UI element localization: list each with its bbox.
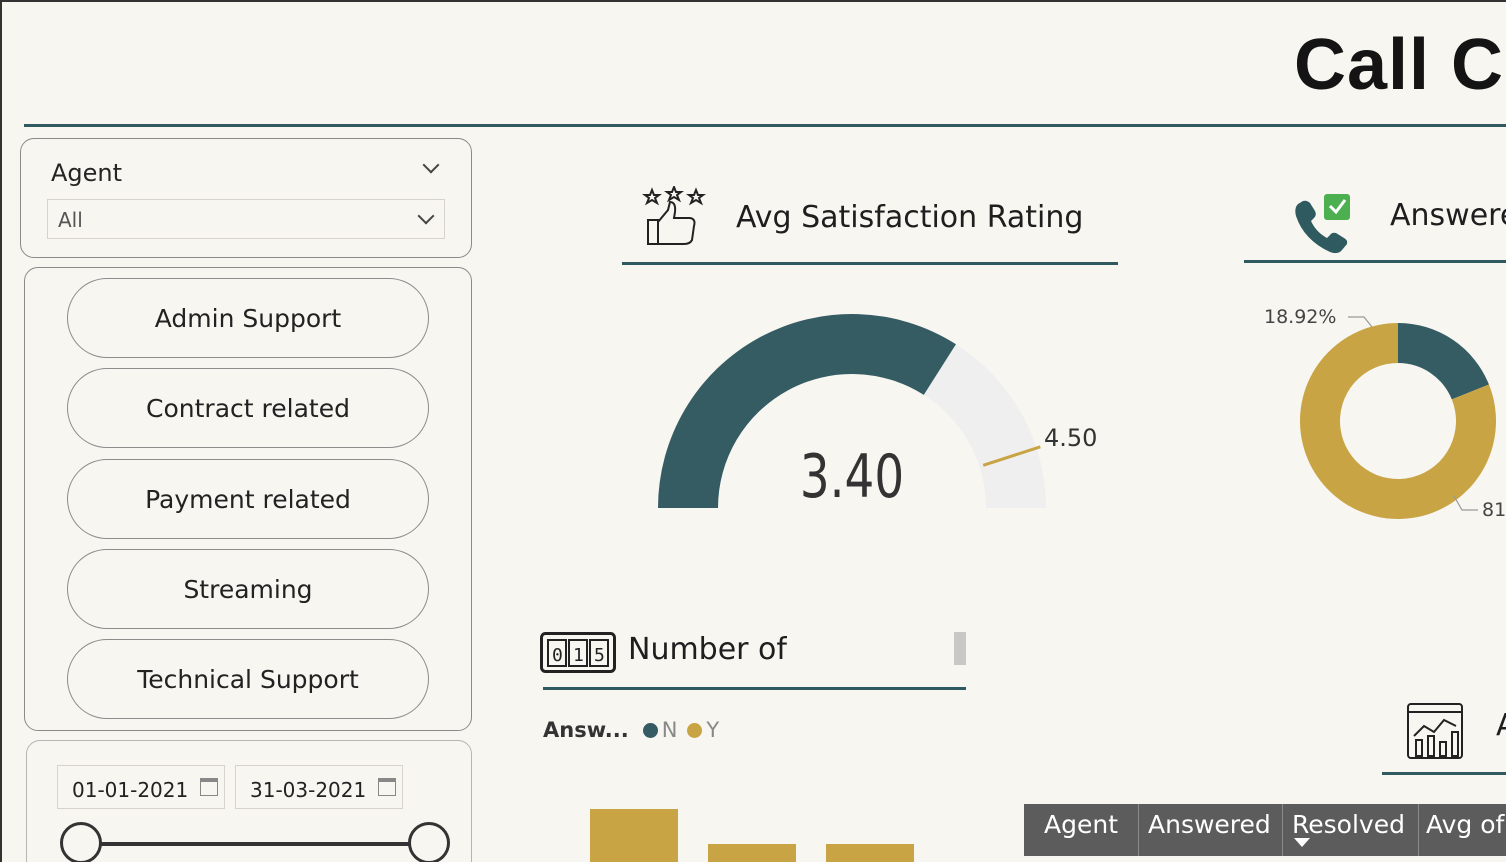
calendar-icon[interactable] xyxy=(378,778,396,796)
date-range-slicer: 01-01-2021 31-03-2021 xyxy=(26,740,472,862)
page-title: Call C xyxy=(1294,25,1505,105)
topic-button-admin-support[interactable]: Admin Support xyxy=(67,278,429,358)
topic-button-payment-related[interactable]: Payment related xyxy=(67,459,429,539)
svg-text:1: 1 xyxy=(573,645,584,666)
end-date-value: 31-03-2021 xyxy=(250,778,367,802)
topic-button-technical-support[interactable]: Technical Support xyxy=(67,639,429,719)
date-slider-track[interactable] xyxy=(81,842,427,846)
kpi-answered-rule xyxy=(1244,260,1506,263)
calendar-icon[interactable] xyxy=(200,778,218,796)
topic-button-streaming[interactable]: Streaming xyxy=(67,549,429,629)
topic-buttons-panel: Admin Support Contract related Payment r… xyxy=(24,267,472,731)
gauge-target-label: 4.50 xyxy=(1044,424,1098,452)
agent-slicer: Agent All xyxy=(20,138,472,258)
column-separator xyxy=(1418,804,1419,856)
kpi-satisfaction-rule xyxy=(622,262,1118,265)
legend-title: Answ... xyxy=(543,718,629,742)
kpi-satisfaction-label: Avg Satisfaction Rating xyxy=(736,200,1084,235)
date-slider-end-handle[interactable] xyxy=(408,822,450,862)
donut-slice-label: 81 xyxy=(1482,499,1506,521)
chevron-down-icon xyxy=(417,207,435,225)
kpi-answered-label: Answere xyxy=(1390,198,1506,233)
title-scrollbar[interactable] xyxy=(954,632,966,665)
start-date-value: 01-01-2021 xyxy=(72,778,189,802)
bar-y[interactable] xyxy=(708,844,796,862)
column-header-agent[interactable]: Agent xyxy=(1044,804,1144,856)
svg-text:0: 0 xyxy=(552,645,563,666)
slicer-title: Agent xyxy=(51,159,123,187)
rating-thumbs-up-icon xyxy=(642,186,706,245)
header-divider xyxy=(24,124,1506,127)
kpi-partial-rule xyxy=(1382,772,1506,775)
svg-text:5: 5 xyxy=(594,645,605,666)
end-date-field[interactable]: 31-03-2021 xyxy=(235,765,403,809)
donut-slice-label: 18.92% xyxy=(1264,306,1337,328)
legend-dot-n xyxy=(642,722,658,738)
kpi-partial-label: A xyxy=(1496,708,1506,743)
legend-item-n: N xyxy=(661,718,678,742)
column-header-resolved[interactable]: Resolved xyxy=(1292,804,1422,856)
legend-dot-y xyxy=(687,722,703,738)
donut-leader-line xyxy=(1348,316,1373,328)
phone-check-icon xyxy=(1295,194,1350,254)
counter-icon: 0 1 5 xyxy=(540,632,616,673)
topic-button-contract-related[interactable]: Contract related xyxy=(67,368,429,448)
bar-y[interactable] xyxy=(826,844,914,862)
sort-descending-icon[interactable] xyxy=(1294,838,1310,847)
analytics-chart-icon xyxy=(1407,703,1463,759)
dashboard-canvas: Call C Agent All Admin Support Contract … xyxy=(0,0,1506,862)
donut-leader-line xyxy=(1453,495,1478,511)
kpi-number-label: Number of xyxy=(628,632,787,667)
agent-table-header: Agent Answered Resolved Avg of xyxy=(1024,804,1506,856)
gauge-value: 3.40 xyxy=(799,442,905,512)
table-row xyxy=(1024,857,1506,862)
chart-legend: Answ... N Y xyxy=(543,718,725,742)
donut-slice[interactable] xyxy=(1398,323,1489,400)
column-header-answered[interactable]: Answered xyxy=(1148,804,1288,856)
chevron-down-icon[interactable] xyxy=(422,156,440,174)
column-separator xyxy=(1138,804,1139,856)
column-separator xyxy=(1282,804,1283,856)
legend-item-y: Y xyxy=(706,718,720,742)
bar-y[interactable] xyxy=(590,809,678,862)
agent-dropdown[interactable]: All xyxy=(47,199,445,239)
date-slider-start-handle[interactable] xyxy=(60,822,102,862)
kpi-number-rule xyxy=(543,687,966,690)
column-header-avg[interactable]: Avg of xyxy=(1426,804,1506,856)
slicer-selected-value: All xyxy=(58,208,83,232)
start-date-field[interactable]: 01-01-2021 xyxy=(57,765,225,809)
